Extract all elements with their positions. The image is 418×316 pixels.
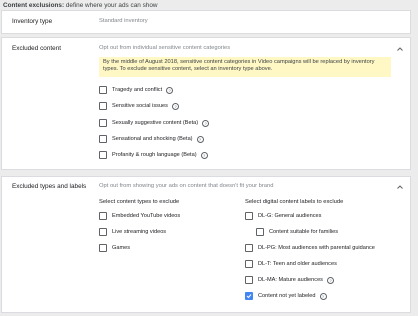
option-label: Content not yet labeled bbox=[258, 293, 316, 299]
option-label: Tragedy and conflict bbox=[112, 87, 163, 93]
label-dl-pg[interactable]: DL-PG: Most audiences with parental guid… bbox=[245, 243, 375, 253]
checkbox[interactable] bbox=[99, 228, 107, 236]
type-games[interactable]: Games bbox=[99, 243, 130, 253]
content-types-heading: Select content types to exclude bbox=[99, 199, 180, 205]
notice-line-2: types. To exclude sensitive content, sel… bbox=[103, 66, 273, 73]
content-labels-heading: Select digital content labels to exclude bbox=[245, 199, 344, 205]
chevron-up-icon[interactable] bbox=[396, 45, 404, 53]
inventory-type-value: Standard inventory bbox=[99, 18, 148, 24]
option-label: Sensational and shocking (Beta) bbox=[112, 136, 193, 142]
checkbox[interactable] bbox=[99, 119, 107, 127]
excluded-content-card: Excluded content Opt out from individual… bbox=[2, 38, 410, 169]
checkbox[interactable] bbox=[99, 135, 107, 143]
option-label: Sensitive social issues bbox=[112, 103, 168, 109]
checkbox[interactable] bbox=[245, 260, 253, 268]
chevron-up-icon[interactable] bbox=[396, 183, 404, 191]
inventory-type-label: Inventory type bbox=[12, 18, 53, 25]
checkbox[interactable] bbox=[99, 86, 107, 94]
type-embedded-youtube[interactable]: Embedded YouTube videos bbox=[99, 211, 180, 221]
checkbox[interactable] bbox=[245, 212, 253, 220]
checkbox-checked[interactable] bbox=[245, 292, 253, 300]
checkbox[interactable] bbox=[99, 212, 107, 220]
help-icon[interactable]: ? bbox=[200, 151, 208, 159]
option-sensitive-social-issues[interactable]: Sensitive social issues ? bbox=[99, 101, 179, 111]
excluded-types-card: Excluded types and labels Opt out from s… bbox=[2, 177, 410, 312]
excluded-types-description: Opt out from showing your ads on content… bbox=[99, 183, 274, 189]
help-icon[interactable]: ? bbox=[166, 86, 174, 94]
help-icon[interactable]: ? bbox=[319, 292, 327, 300]
option-label: Profanity & rough language (Beta) bbox=[112, 152, 197, 158]
checkbox[interactable] bbox=[99, 151, 107, 159]
option-label: Sexually suggestive content (Beta) bbox=[112, 120, 199, 126]
label-dl-g[interactable]: DL-G: General audiences bbox=[245, 211, 321, 221]
option-sexually-suggestive[interactable]: Sexually suggestive content (Beta) ? bbox=[99, 118, 210, 128]
label-dl-t[interactable]: DL-T: Teen and older audiences bbox=[245, 259, 337, 269]
help-icon[interactable]: ? bbox=[171, 102, 179, 110]
option-profanity[interactable]: Profanity & rough language (Beta) ? bbox=[99, 150, 208, 160]
type-live-streaming[interactable]: Live streaming videos bbox=[99, 227, 166, 237]
help-icon[interactable]: ? bbox=[202, 119, 210, 127]
notice-line-1: By the middle of August 2018, sensitive … bbox=[103, 59, 375, 65]
excluded-content-label: Excluded content bbox=[12, 45, 62, 52]
option-label: Live streaming videos bbox=[112, 229, 167, 235]
excluded-content-description: Opt out from individual sensitive conten… bbox=[99, 45, 231, 51]
option-label: DL-MA: Mature audiences bbox=[258, 277, 323, 283]
checkbox[interactable] bbox=[245, 276, 253, 284]
option-label: DL-PG: Most audiences with parental guid… bbox=[258, 245, 375, 251]
checkbox[interactable] bbox=[99, 102, 107, 110]
label-not-yet-labeled[interactable]: Content not yet labeled ? bbox=[245, 291, 327, 301]
section-title: Content exclusions: bbox=[3, 2, 65, 9]
help-icon[interactable]: ? bbox=[196, 135, 204, 143]
help-icon[interactable]: ? bbox=[326, 276, 334, 284]
option-label: DL-G: General audiences bbox=[258, 213, 322, 219]
option-tragedy-and-conflict[interactable]: Tragedy and conflict ? bbox=[99, 85, 174, 95]
checkbox[interactable] bbox=[99, 244, 107, 252]
checkbox[interactable] bbox=[256, 228, 264, 236]
label-suitable-for-families[interactable]: Content suitable for families bbox=[256, 227, 338, 237]
option-label: DL-T: Teen and older audiences bbox=[258, 261, 337, 267]
option-label: Content suitable for families bbox=[269, 229, 339, 235]
checkmark-icon bbox=[246, 294, 252, 299]
section-header: Content exclusions: define where your ad… bbox=[0, 0, 418, 11]
excluded-types-label: Excluded types and labels bbox=[12, 183, 87, 190]
section-subtitle: define where your ads can show bbox=[65, 2, 158, 9]
notice-banner: By the middle of August 2018, sensitive … bbox=[99, 57, 391, 77]
option-label: Games bbox=[112, 245, 131, 251]
label-dl-ma[interactable]: DL-MA: Mature audiences ? bbox=[245, 275, 334, 285]
checkbox[interactable] bbox=[245, 244, 253, 252]
inventory-type-card[interactable]: Inventory type Standard inventory bbox=[2, 11, 410, 33]
option-sensational-and-shocking[interactable]: Sensational and shocking (Beta) ? bbox=[99, 134, 204, 144]
option-label: Embedded YouTube videos bbox=[112, 213, 181, 219]
